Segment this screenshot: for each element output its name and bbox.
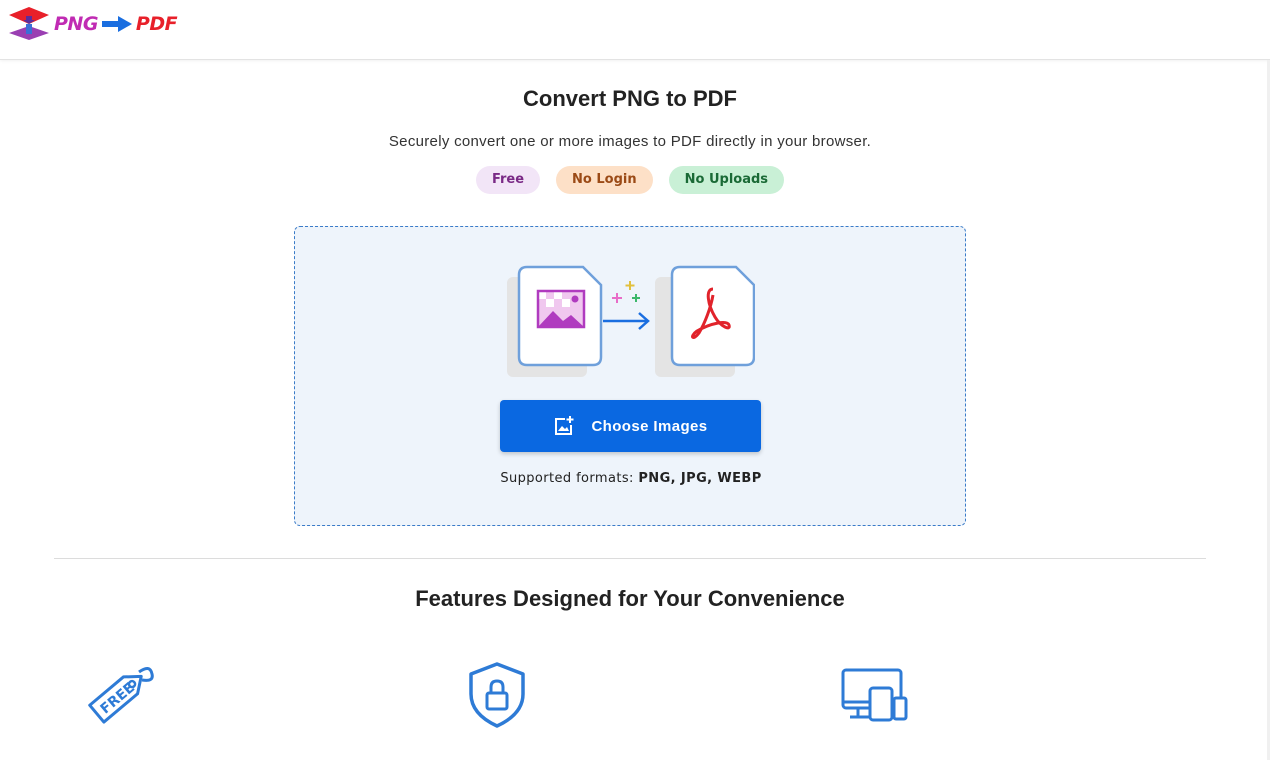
supported-formats: Supported formats: PNG, JPG, WEBP <box>295 471 967 486</box>
sparkle-icon <box>612 281 640 303</box>
choose-images-button[interactable]: Choose Images <box>500 400 761 452</box>
top-header: PNG PDF <box>0 0 1270 60</box>
free-tag-icon: FREE <box>88 667 154 724</box>
shield-lock-icon <box>469 662 525 728</box>
features-title: Features Designed for Your Convenience <box>415 586 845 611</box>
add-photo-icon <box>555 416 574 435</box>
image-dropzone[interactable]: Choose Images Supported formats: PNG, JP… <box>294 226 966 526</box>
image-file-icon <box>507 265 603 377</box>
page-subtitle: Securely convert one or more images to P… <box>388 133 872 150</box>
arrow-right-icon <box>101 16 132 32</box>
site-logo[interactable]: PNG PDF <box>8 6 178 42</box>
devices-icon <box>841 668 908 722</box>
badge-no-login: No Login <box>556 166 653 194</box>
formats-prefix: Supported formats: <box>500 471 634 486</box>
pdf-file-icon <box>655 265 755 377</box>
formats-list: PNG, JPG, WEBP <box>638 471 762 486</box>
choose-images-label: Choose Images <box>591 417 708 435</box>
arrow-right-icon <box>603 312 650 330</box>
section-divider <box>54 558 1206 559</box>
page-title: Convert PNG to PDF <box>523 86 737 111</box>
feature-badges: Free No Login No Uploads <box>0 166 1260 194</box>
logo-text-png: PNG <box>54 13 98 35</box>
badge-free: Free <box>475 166 541 194</box>
badge-no-uploads: No Uploads <box>668 166 785 194</box>
conversion-illustration <box>507 265 755 377</box>
layers-upload-icon <box>9 7 49 40</box>
logo-text-pdf: PDF <box>135 13 178 35</box>
